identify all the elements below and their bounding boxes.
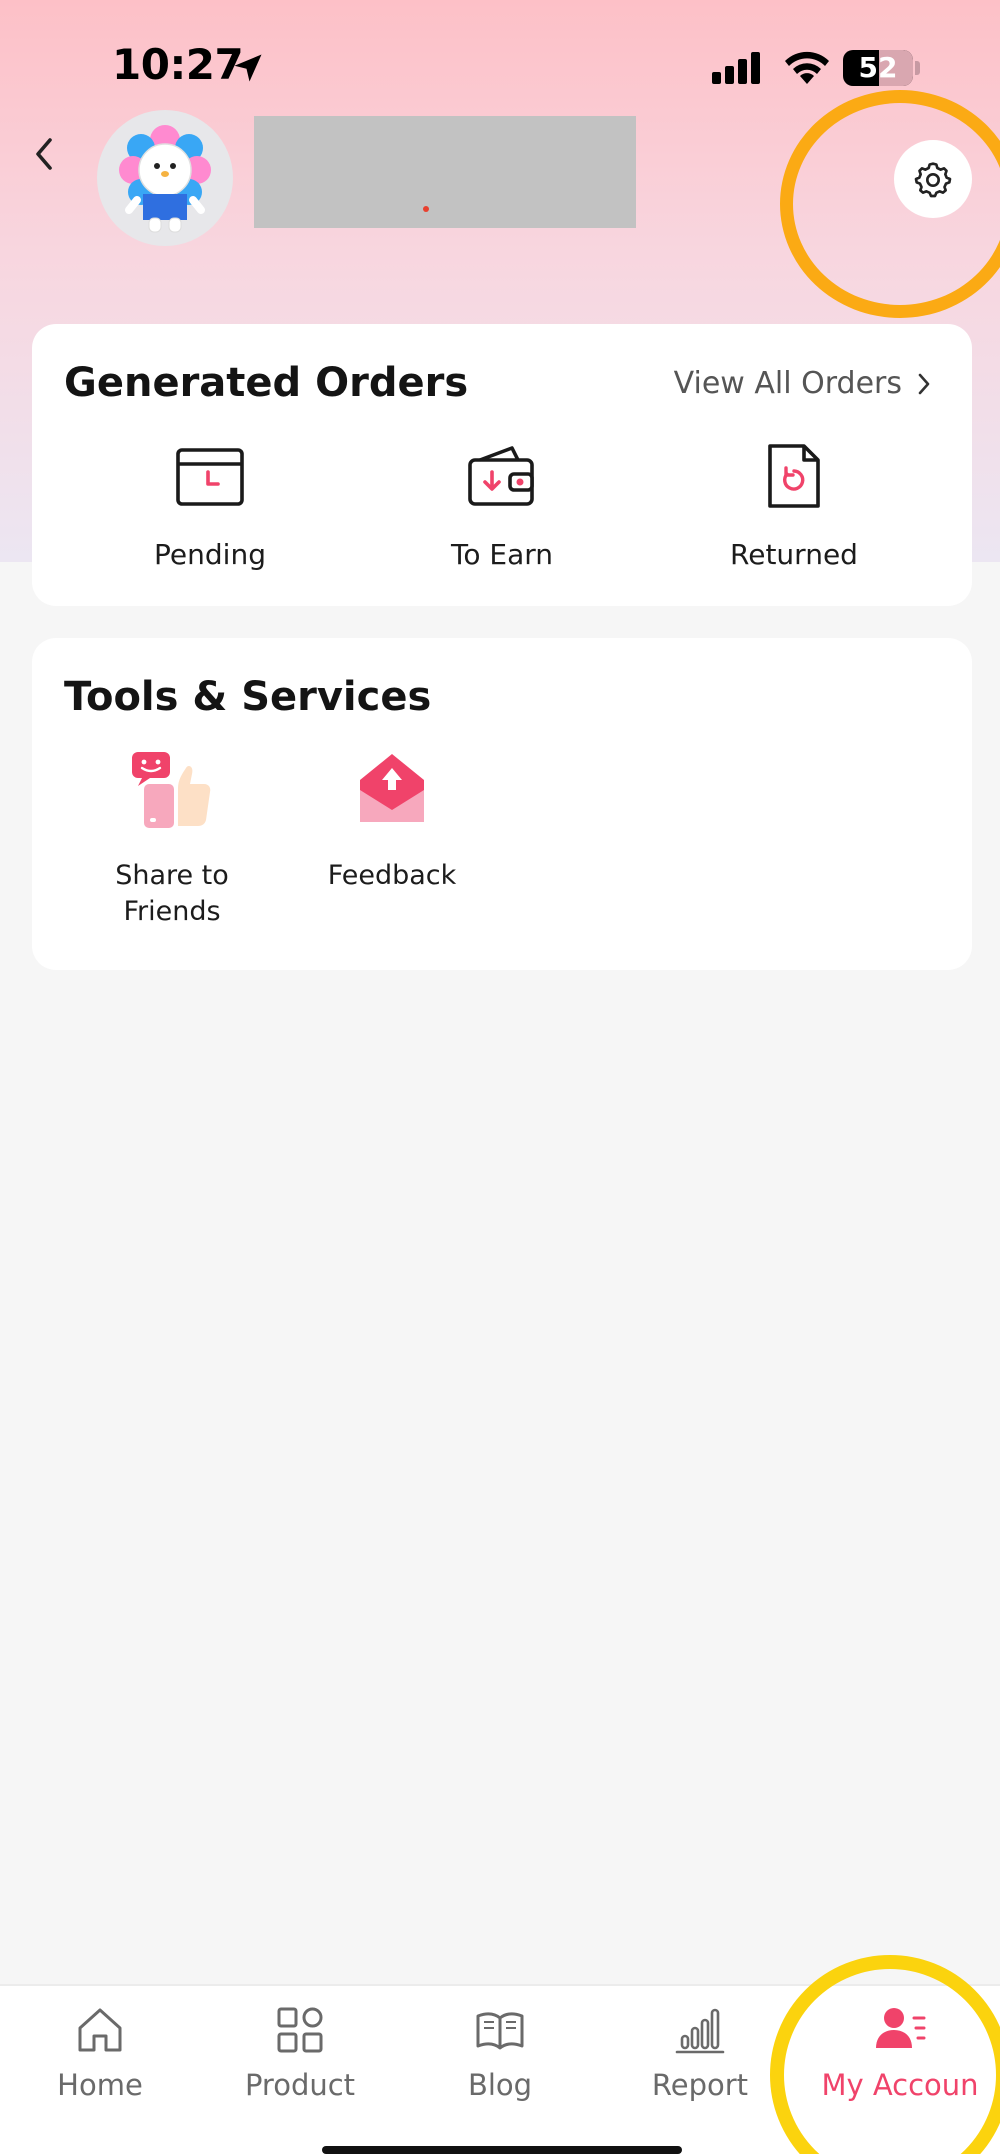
nav-home[interactable]: Home — [0, 2004, 200, 2102]
nav-my-account-label: My Accoun — [821, 2068, 979, 2102]
tools-services-card: Tools & Services Share to Friends Feedba… — [32, 638, 972, 970]
tools-title: Tools & Services — [64, 674, 432, 720]
battery-tip — [915, 61, 920, 75]
book-icon — [476, 2012, 524, 2050]
nav-report-label: Report — [651, 2068, 749, 2102]
orders-title: Generated Orders — [64, 360, 469, 406]
status-time: 10:27 — [112, 40, 244, 89]
flower-cat-avatar-icon — [119, 125, 211, 233]
grid-icon — [277, 2007, 323, 2053]
chevron-left-icon[interactable] — [24, 130, 64, 178]
tool-feedback-label: Feedback — [327, 860, 457, 891]
chevron-right-icon — [918, 373, 930, 394]
nav-blog-label: Blog — [467, 2068, 533, 2102]
battery-percentage: 52 — [858, 51, 898, 84]
avatar[interactable] — [97, 110, 233, 246]
order-pending[interactable]: Pending — [85, 442, 335, 571]
tool-share-to-friends[interactable]: Share to Friends — [57, 750, 287, 930]
order-to-earn[interactable]: To Earn — [377, 442, 627, 571]
bottom-navigation: Home Product Blog Report My Accoun — [0, 1984, 1000, 2154]
account-icon — [876, 2008, 926, 2048]
wifi-icon — [785, 51, 829, 84]
nav-product[interactable]: Product — [200, 2004, 400, 2102]
order-pending-label: Pending — [154, 538, 266, 571]
cellular-signal-icon — [712, 52, 760, 84]
order-returned-label: Returned — [730, 538, 858, 571]
generated-orders-card: Generated Orders View All Orders Pending… — [32, 324, 972, 606]
share-thumbs-up-icon — [132, 752, 211, 828]
battery-indicator: 52 — [843, 50, 913, 86]
view-all-orders-label: View All Orders — [673, 366, 902, 401]
order-returned[interactable]: Returned — [669, 442, 919, 571]
pending-wallet-icon — [176, 448, 244, 506]
tool-feedback[interactable]: Feedback — [277, 750, 507, 894]
view-all-orders-link[interactable]: View All Orders — [674, 366, 932, 401]
redacted-username — [254, 116, 636, 228]
red-dot — [423, 206, 429, 212]
earn-wallet-icon — [468, 446, 534, 506]
nav-home-label: Home — [57, 2068, 143, 2102]
location-arrow-icon — [234, 54, 262, 82]
order-to-earn-label: To Earn — [451, 538, 553, 571]
home-icon — [78, 2008, 122, 2052]
nav-blog[interactable]: Blog — [400, 2004, 600, 2102]
feedback-envelope-icon — [360, 754, 424, 822]
settings-button[interactable] — [894, 140, 972, 218]
nav-report[interactable]: Report — [600, 2004, 800, 2102]
home-indicator — [322, 2146, 682, 2154]
nav-product-label: Product — [244, 2068, 356, 2102]
gear-icon — [914, 162, 952, 198]
returned-document-icon — [768, 444, 820, 508]
bar-chart-icon — [675, 2008, 725, 2054]
tool-share-label: Share to Friends — [115, 860, 229, 927]
nav-my-account[interactable]: My Accoun — [800, 2004, 1000, 2102]
